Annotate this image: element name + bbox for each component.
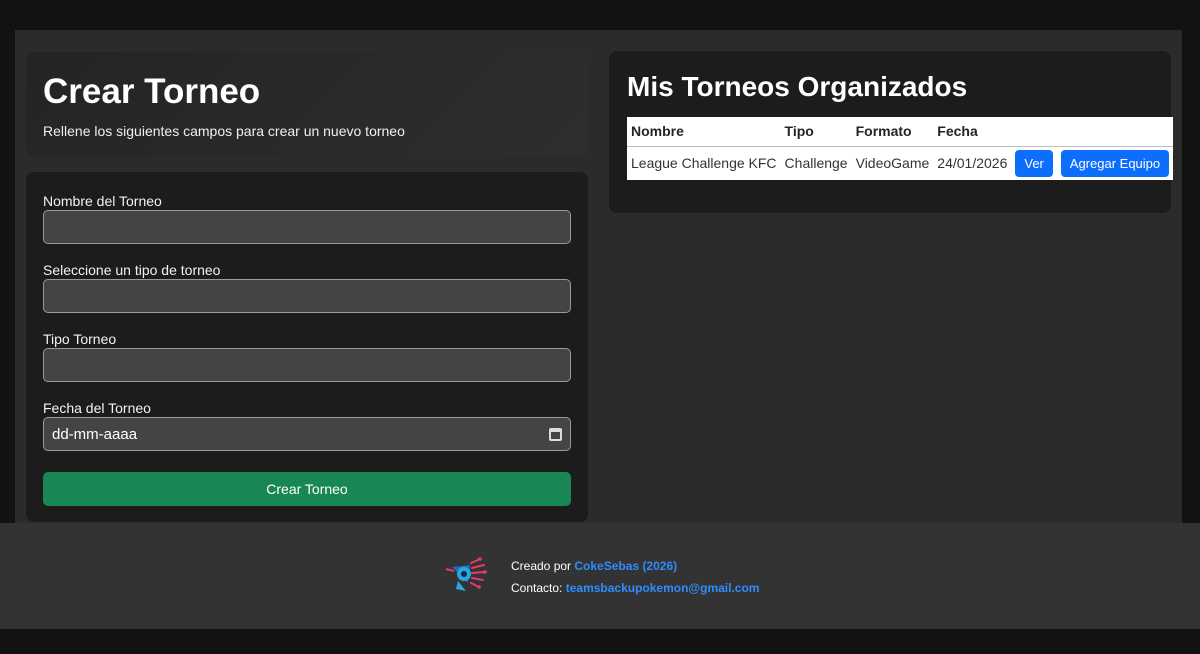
page-title: Crear Torneo xyxy=(43,72,261,111)
cell-nombre: League Challenge KFC xyxy=(631,155,777,172)
tournament-kind-label: Tipo Torneo xyxy=(43,331,117,347)
page-subtitle: Rellene los siguientes campos para crear… xyxy=(43,123,405,139)
tournament-name-label: Nombre del Torneo xyxy=(43,193,162,209)
tournament-type-select-label: Seleccione un tipo de torneo xyxy=(43,262,221,278)
created-by-text: Creado por xyxy=(511,559,572,573)
add-team-button[interactable]: Agregar Equipo xyxy=(1060,149,1170,177)
calendar-icon[interactable] xyxy=(549,427,562,441)
cell-actions: Ver Agregar Equipo xyxy=(1011,146,1173,180)
contact-label: Contacto: xyxy=(511,581,563,595)
my-tournaments-title: Mis Torneos Organizados xyxy=(627,71,968,102)
table-row: League Challenge KFC Challenge VideoGame… xyxy=(627,146,1173,180)
col-header-actions xyxy=(1011,117,1174,147)
contact-email-link[interactable]: teamsbackupokemon@gmail.com xyxy=(566,581,760,595)
tournament-type-select[interactable] xyxy=(43,279,571,313)
col-header-nombre: Nombre xyxy=(627,117,781,147)
tournament-name-input[interactable] xyxy=(43,210,571,244)
footer-contact: Contacto: teamsbackupokemon@gmail.com xyxy=(511,581,759,595)
footer-credit: Creado por CokeSebas (2026) xyxy=(511,559,677,573)
create-tournament-form: Nombre del Torneo Seleccione un tipo de … xyxy=(26,172,588,522)
author-year: (2026) xyxy=(642,559,678,573)
pokemon-logo-icon xyxy=(445,557,487,591)
create-tournament-button[interactable]: Crear Torneo xyxy=(43,472,571,506)
tournament-date-input[interactable]: dd-mm-aaaa xyxy=(43,417,571,451)
tournament-kind-select[interactable] xyxy=(43,348,571,382)
footer: Creado por CokeSebas (2026) Contacto: te… xyxy=(0,523,1200,629)
col-header-tipo: Tipo xyxy=(780,117,852,147)
col-header-fecha: Fecha xyxy=(933,117,1012,147)
author-name: CokeSebas xyxy=(574,559,640,573)
main-area: Crear Torneo Rellene los siguientes camp… xyxy=(15,30,1182,523)
col-header-formato: Formato xyxy=(851,117,934,147)
tournament-date-label: Fecha del Torneo xyxy=(43,400,151,416)
tournaments-table: Nombre Tipo Formato Fecha League Challen… xyxy=(627,117,1174,180)
date-placeholder: dd-mm-aaaa xyxy=(52,425,138,443)
table-header-row: Nombre Tipo Formato Fecha xyxy=(627,117,1174,147)
create-tournament-header: Crear Torneo Rellene los siguientes camp… xyxy=(26,52,588,157)
author-link[interactable]: CokeSebas (2026) xyxy=(574,559,677,573)
cell-tipo: Challenge xyxy=(784,155,848,172)
view-button[interactable]: Ver xyxy=(1015,149,1053,177)
my-tournaments-card: Mis Torneos Organizados Nombre Tipo Form… xyxy=(609,51,1174,213)
cell-fecha: 24/01/2026 xyxy=(937,155,1008,172)
cell-formato: VideoGame xyxy=(855,155,930,172)
